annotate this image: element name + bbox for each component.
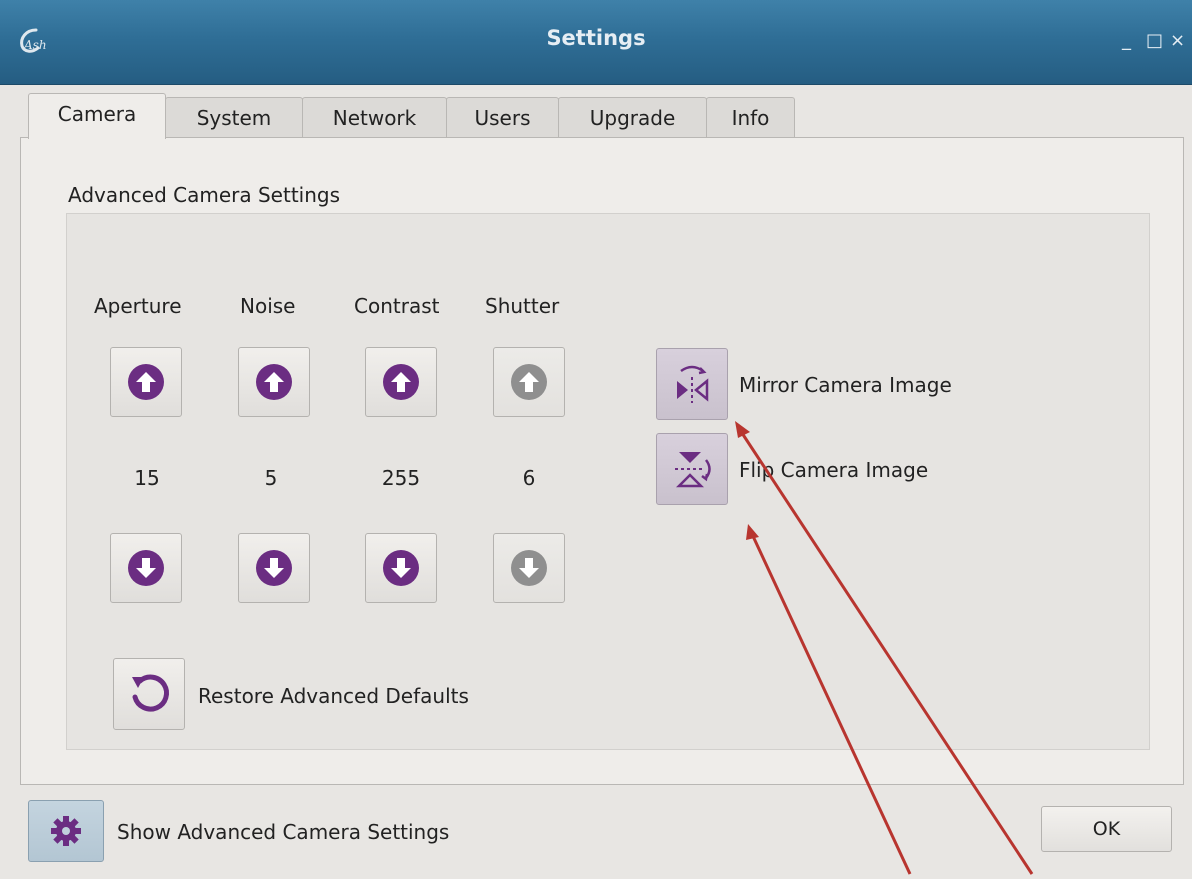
contrast-increase-button[interactable] xyxy=(365,347,437,417)
gear-icon xyxy=(51,816,81,846)
title-bar: Ash Settings _ □ × xyxy=(0,0,1192,85)
maximize-button[interactable]: □ xyxy=(1146,30,1163,51)
arrow-down-circle-icon xyxy=(383,550,419,586)
aperture-increase-button[interactable] xyxy=(110,347,182,417)
restore-defaults-label: Restore Advanced Defaults xyxy=(198,684,469,708)
shutter-increase-button[interactable] xyxy=(493,347,565,417)
flip-camera-image-label: Flip Camera Image xyxy=(739,458,929,482)
section-title: Advanced Camera Settings xyxy=(68,183,341,207)
arrow-up-circle-icon xyxy=(128,364,164,400)
tab-system[interactable]: System xyxy=(165,97,303,137)
arrow-up-circle-icon xyxy=(511,364,547,400)
tab-network[interactable]: Network xyxy=(302,97,447,137)
aperture-decrease-button[interactable] xyxy=(110,533,182,603)
minimize-button[interactable]: _ xyxy=(1122,30,1131,51)
close-button[interactable]: × xyxy=(1170,30,1185,51)
arrow-down-circle-icon xyxy=(128,550,164,586)
noise-increase-button[interactable] xyxy=(238,347,310,417)
restore-icon xyxy=(132,674,169,712)
mirror-icon xyxy=(677,365,709,403)
mirror-camera-image-label: Mirror Camera Image xyxy=(739,373,952,397)
aperture-label: Aperture xyxy=(94,294,182,318)
tab-upgrade[interactable]: Upgrade xyxy=(558,97,707,137)
shutter-decrease-button[interactable] xyxy=(493,533,565,603)
flip-camera-image-button[interactable] xyxy=(656,433,728,505)
noise-decrease-button[interactable] xyxy=(238,533,310,603)
arrow-up-circle-icon xyxy=(383,364,419,400)
contrast-value: 255 xyxy=(381,466,421,490)
window-title: Settings xyxy=(546,26,646,50)
ok-button[interactable]: OK xyxy=(1041,806,1172,852)
shutter-value: 6 xyxy=(522,466,536,490)
contrast-decrease-button[interactable] xyxy=(365,533,437,603)
arrow-up-circle-icon xyxy=(256,364,292,400)
shutter-label: Shutter xyxy=(485,294,560,318)
mirror-camera-image-button[interactable] xyxy=(656,348,728,420)
show-advanced-label: Show Advanced Camera Settings xyxy=(117,820,450,844)
advanced-settings-group xyxy=(66,213,1150,750)
noise-label: Noise xyxy=(240,294,296,318)
arrow-down-circle-icon xyxy=(256,550,292,586)
noise-value: 5 xyxy=(264,466,278,490)
flip-icon xyxy=(675,452,711,488)
contrast-label: Contrast xyxy=(354,294,440,318)
aperture-value: 15 xyxy=(134,466,160,490)
restore-defaults-button[interactable] xyxy=(113,658,185,730)
tab-camera[interactable]: Camera xyxy=(28,93,166,139)
arrow-down-circle-icon xyxy=(511,550,547,586)
show-advanced-toggle-button[interactable] xyxy=(28,800,104,862)
tab-info[interactable]: Info xyxy=(706,97,795,137)
tab-users[interactable]: Users xyxy=(446,97,559,137)
